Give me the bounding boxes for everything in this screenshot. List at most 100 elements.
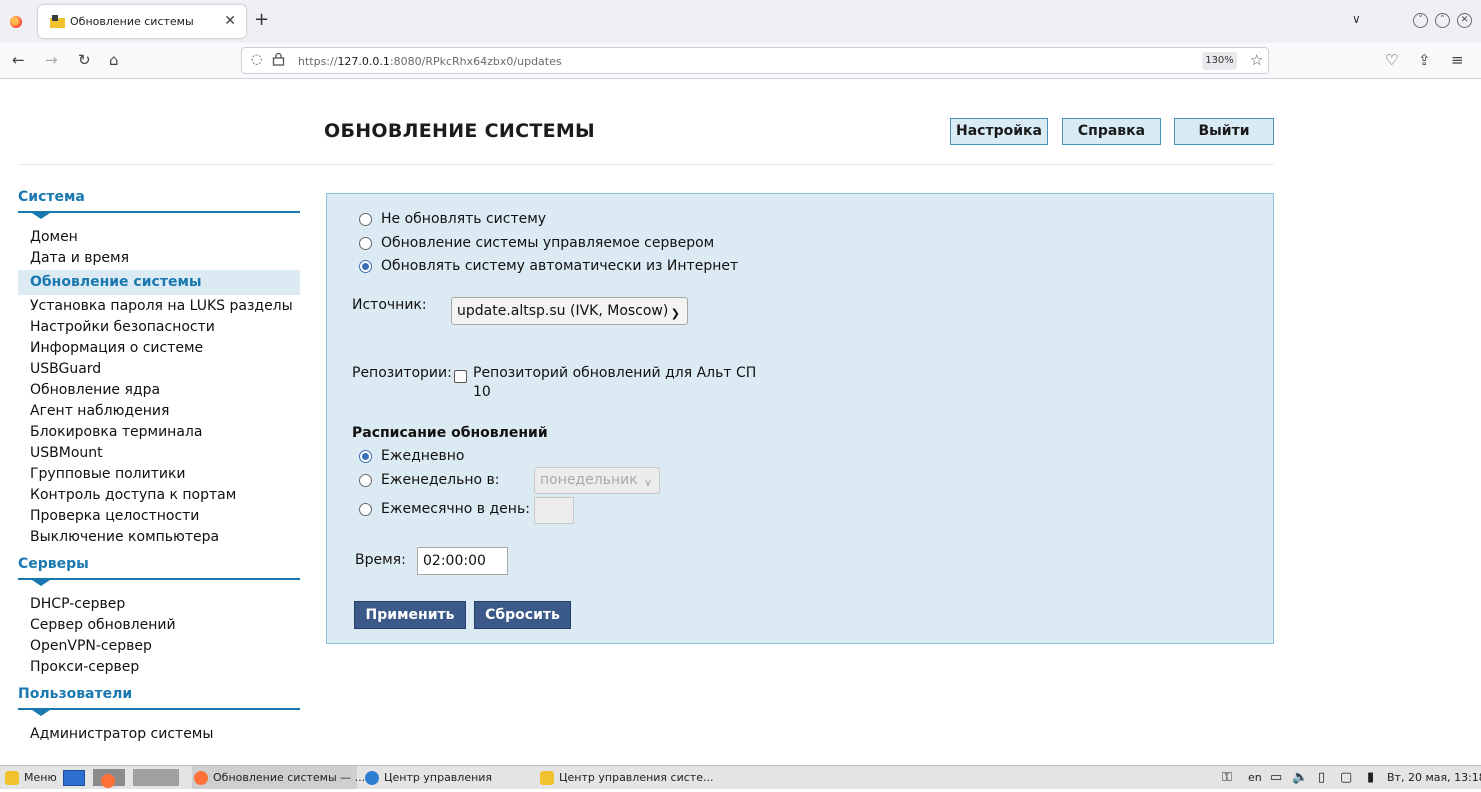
home-icon[interactable]: ⌂ xyxy=(109,51,119,69)
task-browser-label: Обновление системы — ... xyxy=(213,771,366,784)
sidebar-section-system: Система xyxy=(18,189,300,219)
close-tab-icon[interactable]: ✕ xyxy=(224,13,236,29)
repo-label-line1: Репозиторий обновлений для Альт СП xyxy=(473,365,757,381)
browser-tab[interactable]: Обновление системы ✕ xyxy=(38,5,246,38)
sidebar-item-system-info[interactable]: Информация о системе xyxy=(18,338,300,359)
source-select[interactable]: update.altsp.su (IVK, Moscow) ❯ xyxy=(451,297,688,325)
task-system-control-center[interactable]: Центр управления систе... xyxy=(540,766,713,789)
url-text: https://127.0.0.1:8080/RPkcRhx64zbx0/upd… xyxy=(298,55,562,68)
menu-hamburger-icon[interactable]: ≡ xyxy=(1451,51,1464,69)
sidebar-item-openvpn-server[interactable]: OpenVPN-сервер xyxy=(18,636,300,657)
sidebar-item-datetime[interactable]: Дата и время xyxy=(18,248,300,269)
new-tab-icon[interactable]: + xyxy=(254,9,269,30)
firefox-icon xyxy=(194,771,208,785)
mode-label-server-managed: Обновление системы управляемое сервером xyxy=(381,235,715,251)
lock-icon[interactable] xyxy=(272,52,285,66)
apply-button[interactable]: Применить xyxy=(354,601,466,629)
chevron-down-icon: ∨ xyxy=(643,476,652,489)
schedule-label-weekly: Еженедельно в: xyxy=(381,472,500,488)
workspace-switcher[interactable] xyxy=(133,769,179,786)
sidebar-item-system-admin[interactable]: Администратор системы xyxy=(18,724,300,745)
keyboard-layout-indicator[interactable]: en xyxy=(1248,766,1262,789)
battery-icon[interactable]: ▮ xyxy=(1367,766,1374,789)
clock[interactable]: Вт, 20 мая, 13:18 xyxy=(1387,766,1481,789)
firefox-icon xyxy=(101,774,115,788)
schedule-radio-monthly[interactable] xyxy=(359,503,372,516)
pocket-icon[interactable]: ♡ xyxy=(1385,51,1398,69)
reset-button[interactable]: Сбросить xyxy=(474,601,571,629)
bookmark-star-icon[interactable]: ☆ xyxy=(1250,51,1263,69)
control-center-icon xyxy=(365,771,379,785)
sidebar-section-users: Пользователи xyxy=(18,686,300,716)
sidebar-item-system-update[interactable]: Обновление системы xyxy=(18,270,300,295)
sidebar-item-proxy-server[interactable]: Прокси-сервер xyxy=(18,657,300,678)
task-browser[interactable]: Обновление системы — ... xyxy=(192,766,365,789)
time-label: Время: xyxy=(355,552,406,568)
sidebar: Система Домен Дата и время Обновление си… xyxy=(18,189,300,745)
reload-icon[interactable]: ↻ xyxy=(78,51,91,69)
zoom-level[interactable]: 130% xyxy=(1202,52,1237,70)
key-icon[interactable]: ⚿ xyxy=(1222,766,1232,789)
sidebar-item-kernel-update[interactable]: Обновление ядра xyxy=(18,380,300,401)
share-icon[interactable]: ⇪ xyxy=(1418,51,1431,69)
mode-radio-auto-internet[interactable] xyxy=(359,260,372,273)
url-bar[interactable]: ◌ https://127.0.0.1:8080/RPkcRhx64zbx0/u… xyxy=(241,47,1269,74)
display-icon[interactable]: ▢ xyxy=(1340,766,1352,789)
start-menu-label: Меню xyxy=(24,771,57,784)
sidebar-item-terminal-lock[interactable]: Блокировка терминала xyxy=(18,422,300,443)
schedule-radio-daily[interactable] xyxy=(359,450,372,463)
schedule-title: Расписание обновлений xyxy=(352,425,548,441)
source-label: Источник: xyxy=(352,297,427,313)
network-icon[interactable]: ▭ xyxy=(1270,766,1282,789)
browser-nav-bar: ← → ↻ ⌂ ◌ https://127.0.0.1:8080/RPkcRhx… xyxy=(0,43,1481,79)
tracking-shield-icon[interactable]: ◌ xyxy=(251,52,262,67)
forward-icon[interactable]: → xyxy=(45,51,58,69)
weekly-day-select[interactable]: понедельник ∨ xyxy=(534,467,660,494)
sidebar-item-monitoring-agent[interactable]: Агент наблюдения xyxy=(18,401,300,422)
sidebar-item-update-server[interactable]: Сервер обновлений xyxy=(18,615,300,636)
help-button[interactable]: Справка xyxy=(1062,118,1161,145)
mode-radio-server-managed[interactable] xyxy=(359,237,372,250)
weekly-day-value: понедельник xyxy=(540,472,638,488)
task-control-center-label: Центр управления xyxy=(384,771,493,784)
volume-icon[interactable]: 🔈 xyxy=(1292,766,1308,789)
firefox-icon[interactable] xyxy=(10,16,22,28)
sidebar-section-servers: Серверы xyxy=(18,556,300,586)
sidebar-item-group-policies[interactable]: Групповые политики xyxy=(18,464,300,485)
settings-button[interactable]: Настройка xyxy=(950,118,1048,145)
sidebar-item-usbguard[interactable]: USBGuard xyxy=(18,359,300,380)
quicklaunch-firefox-button[interactable] xyxy=(93,769,125,788)
browser-tab-bar: Обновление системы ✕ + ∨ ˅ ˄ ✕ xyxy=(0,0,1481,43)
header-divider xyxy=(18,164,1274,165)
mode-radio-no-update[interactable] xyxy=(359,213,372,226)
sidebar-item-port-access[interactable]: Контроль доступа к портам xyxy=(18,485,300,506)
schedule-radio-weekly[interactable] xyxy=(359,474,372,487)
task-system-control-center-label: Центр управления систе... xyxy=(559,771,714,784)
sidebar-item-usbmount[interactable]: USBMount xyxy=(18,443,300,464)
logout-button[interactable]: Выйти xyxy=(1174,118,1274,145)
update-settings-panel: Не обновлять систему Обновление системы … xyxy=(326,193,1274,644)
sidebar-item-domain[interactable]: Домен xyxy=(18,227,300,248)
sidebar-item-shutdown[interactable]: Выключение компьютера xyxy=(18,527,300,548)
schedule-label-monthly: Ежемесячно в день: xyxy=(381,501,530,517)
sidebar-item-dhcp-server[interactable]: DHCP-сервер xyxy=(18,594,300,615)
monthly-day-input[interactable] xyxy=(534,497,574,524)
minimize-window-icon[interactable]: ˅ xyxy=(1413,13,1428,28)
show-desktop-icon[interactable] xyxy=(63,770,85,786)
repo-checkbox[interactable] xyxy=(454,370,467,383)
mode-label-auto-internet: Обновлять систему автоматически из Интер… xyxy=(381,258,739,274)
tab-list-chevron-icon[interactable]: ∨ xyxy=(1352,12,1361,26)
close-window-icon[interactable]: ✕ xyxy=(1457,13,1472,28)
task-control-center[interactable]: Центр управления xyxy=(365,766,492,789)
clipboard-icon[interactable]: ▯ xyxy=(1318,766,1325,789)
sidebar-item-integrity-check[interactable]: Проверка целостности xyxy=(18,506,300,527)
time-input[interactable]: 02:00:00 xyxy=(417,547,508,575)
sidebar-item-luks-password[interactable]: Установка пароля на LUKS разделы xyxy=(18,296,300,317)
taskbar: Меню Обновление системы — ... Центр упра… xyxy=(0,765,1481,789)
start-menu-button[interactable]: Меню xyxy=(5,766,57,789)
back-icon[interactable]: ← xyxy=(12,51,25,69)
system-control-icon xyxy=(540,771,554,785)
source-select-value: update.altsp.su (IVK, Moscow) xyxy=(457,303,669,319)
maximize-window-icon[interactable]: ˄ xyxy=(1435,13,1450,28)
sidebar-item-security-settings[interactable]: Настройки безопасности xyxy=(18,317,300,338)
